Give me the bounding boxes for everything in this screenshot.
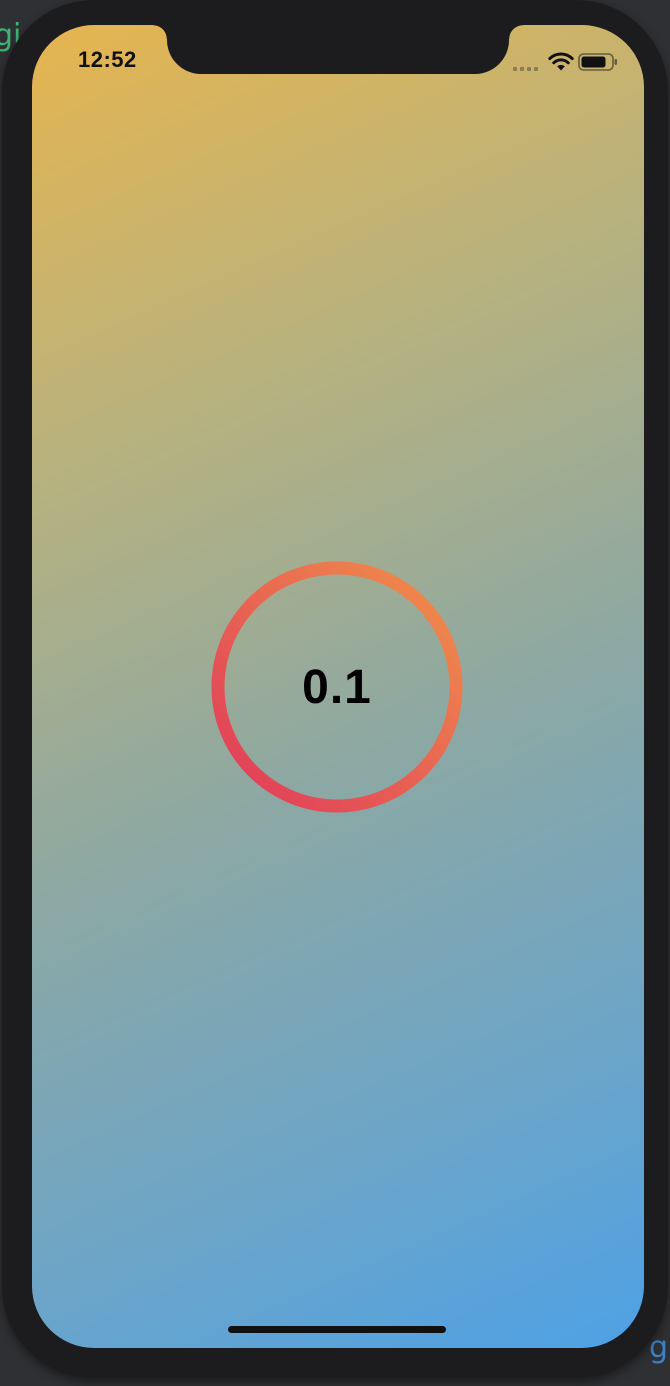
device-notch: [153, 25, 523, 74]
progress-ring: 0.1: [210, 560, 464, 814]
status-time: 12:52: [78, 47, 137, 72]
app-screen: 12:52 0.1: [32, 25, 644, 1348]
signal-icon: [513, 66, 541, 71]
home-indicator[interactable]: [228, 1326, 446, 1333]
wifi-icon: [548, 52, 574, 71]
progress-value-label: 0.1: [302, 660, 372, 714]
phone-frame: 12:52 0.1: [2, 0, 668, 1378]
battery-icon: [578, 53, 617, 71]
